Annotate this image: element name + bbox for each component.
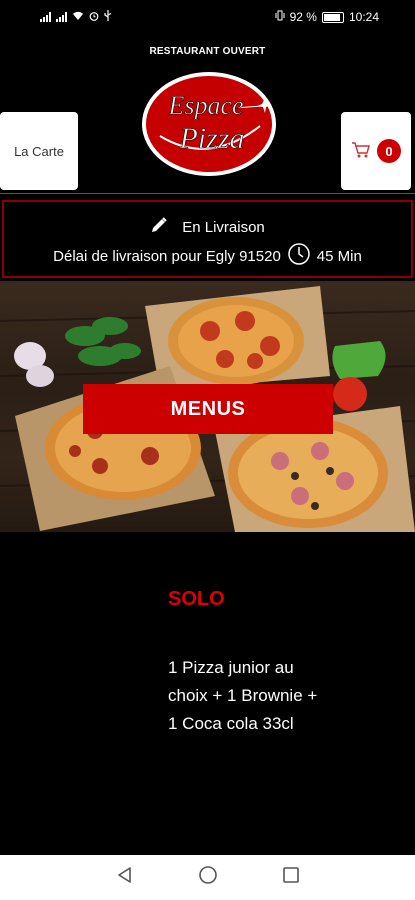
back-icon[interactable]: [115, 865, 135, 890]
status-left-icons: [40, 10, 112, 24]
cart-button[interactable]: 0: [341, 112, 411, 190]
menus-button[interactable]: MENUS: [83, 384, 333, 434]
la-carte-button[interactable]: La Carte: [0, 112, 78, 190]
battery-percent: 92 %: [289, 10, 317, 24]
clock-icon: [287, 242, 311, 270]
cart-icon: [351, 141, 371, 162]
clock-time: 10:24: [348, 10, 379, 24]
system-nav-bar: [0, 855, 415, 900]
pencil-icon: [150, 216, 168, 238]
status-bar: 92 % 10:24: [0, 0, 415, 34]
delivery-mode-row: En Livraison: [4, 216, 411, 238]
signal-icon: [40, 12, 51, 22]
cart-count-badge: 0: [377, 139, 401, 163]
wifi-icon: [72, 10, 84, 24]
delivery-time-row: Délai de livraison pour Egly 91520 45 Mi…: [4, 242, 411, 270]
delivery-mode-label: En Livraison: [182, 218, 265, 236]
battery-icon: [321, 11, 344, 23]
espace-pizza-logo: Espace Pizza: [140, 66, 278, 178]
header-divider: [0, 193, 415, 194]
alarm-icon: [89, 10, 99, 24]
delivery-info-box[interactable]: En Livraison Délai de livraison pour Egl…: [2, 200, 413, 278]
status-right-icons: 92 % 10:24: [275, 10, 379, 24]
signal-icon: [56, 12, 67, 22]
logo-line2: Pizza: [178, 122, 244, 155]
logo-line1: Espace: [167, 91, 243, 120]
recent-apps-icon[interactable]: [281, 865, 301, 890]
usb-icon: [104, 10, 112, 24]
delivery-time: 45 Min: [316, 247, 362, 265]
home-icon[interactable]: [197, 864, 219, 891]
app-header: RESTAURANT OUVERT La Carte Espace Pizza …: [0, 34, 415, 194]
offer-description: 1 Pizza junior au choix + 1 Brownie + 1 …: [168, 658, 318, 733]
delivery-text: Délai de livraison pour Egly 91520: [53, 247, 281, 265]
restaurant-status-label: RESTAURANT OUVERT: [149, 46, 266, 57]
pizza-hero-image: MENUS: [0, 281, 415, 532]
vibrate-icon: [275, 10, 285, 24]
offer-title[interactable]: SOLO: [168, 588, 225, 611]
